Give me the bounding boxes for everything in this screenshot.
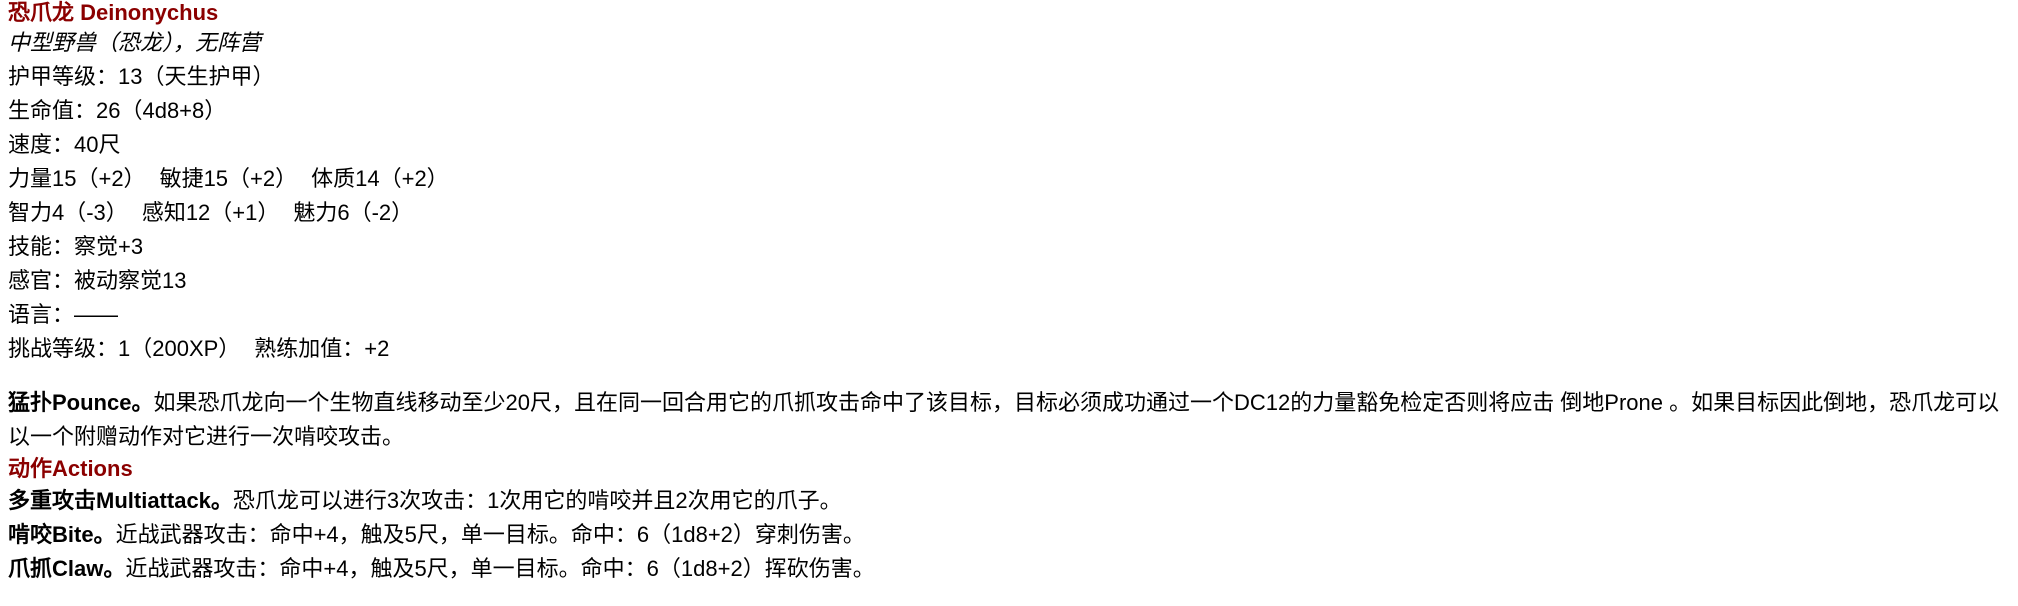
action-claw: 爪抓Claw。近战武器攻击：命中+4，触及5尺，单一目标。命中：6（1d8+2）… [8, 552, 2008, 586]
senses: 感官：被动察觉13 [8, 268, 187, 293]
action-name: 啃咬Bite。 [8, 522, 116, 547]
speed: 速度：40尺 [8, 132, 121, 157]
ability-int: 智力4（-3） [8, 200, 128, 225]
action-name: 多重攻击Multiattack。 [8, 488, 233, 513]
creature-type: 中型野兽（恐龙），无阵营 [8, 30, 262, 55]
action-text: 近战武器攻击：命中+4，触及5尺，单一目标。命中：6（1d8+2）挥砍伤害。 [125, 556, 875, 581]
ability-con: 体质14（+2） [311, 166, 449, 191]
skills: 技能：察觉+3 [8, 234, 144, 259]
action-bite: 啃咬Bite。近战武器攻击：命中+4，触及5尺，单一目标。命中：6（1d8+2）… [8, 518, 2008, 552]
ability-str: 力量15（+2） [8, 166, 146, 191]
trait-name: 猛扑Pounce。 [8, 390, 154, 415]
action-text: 恐爪龙可以进行3次攻击：1次用它的啃咬并且2次用它的爪子。 [232, 488, 842, 513]
proficiency-bonus: 熟练加值：+2 [254, 336, 390, 361]
stat-block: 恐爪龙 Deinonychus 中型野兽（恐龙），无阵营 护甲等级：13（天生护… [8, 0, 2008, 586]
ability-dex: 敏捷15（+2） [159, 166, 298, 191]
hit-points: 生命值：26（4d8+8） [8, 98, 227, 123]
action-name: 爪抓Claw。 [8, 556, 126, 581]
ability-cha: 魅力6（-2） [293, 200, 414, 225]
armor-class: 护甲等级：13（天生护甲） [8, 64, 275, 89]
ability-scores-row-1: 力量15（+2） 敏捷15（+2） 体质14（+2） [8, 162, 2008, 196]
creature-name: 恐爪龙 Deinonychus [8, 0, 219, 25]
ability-scores-row-2: 智力4（-3） 感知12（+1） 魅力6（-2） [8, 196, 2008, 230]
action-text: 近战武器攻击：命中+4，触及5尺，单一目标。命中：6（1d8+2）穿刺伤害。 [115, 522, 865, 547]
languages: 语言：—— [8, 302, 119, 327]
actions-heading: 动作Actions [8, 456, 133, 481]
action-multiattack: 多重攻击Multiattack。恐爪龙可以进行3次攻击：1次用它的啃咬并且2次用… [8, 484, 2008, 518]
challenge-value: 挑战等级：1（200XP） [8, 336, 241, 361]
challenge-rating: 挑战等级：1（200XP） 熟练加值：+2 [8, 332, 2008, 366]
trait-pounce: 猛扑Pounce。如果恐爪龙向一个生物直线移动至少20尺，且在同一回合用它的爪抓… [8, 386, 2008, 454]
ability-wis: 感知12（+1） [141, 200, 280, 225]
trait-text: 如果恐爪龙向一个生物直线移动至少20尺，且在同一回合用它的爪抓攻击命中了该目标，… [8, 390, 2000, 449]
